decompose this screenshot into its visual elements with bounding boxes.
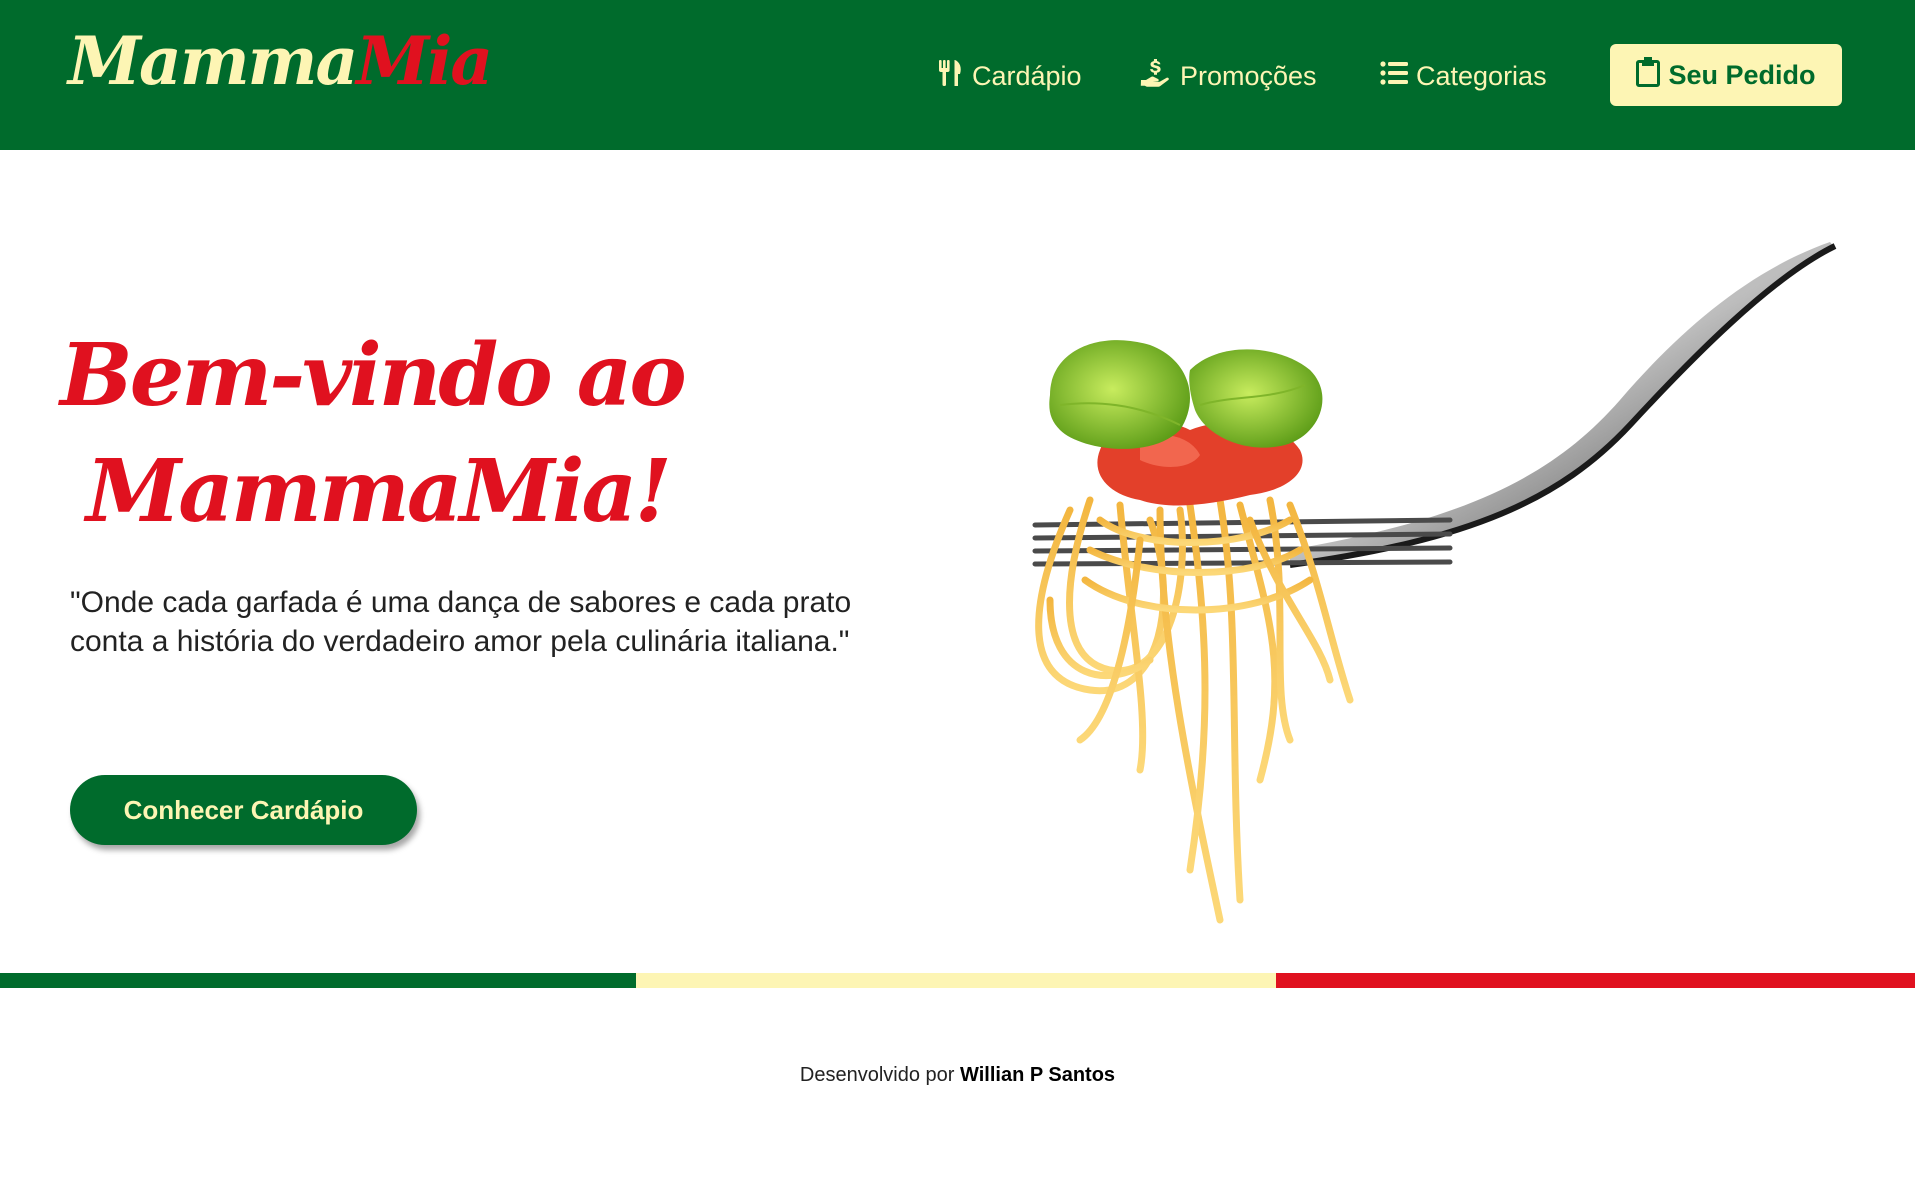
top-navbar: MammaMia Cardápio Promoções Categorias S… [0,0,1915,150]
conhecer-cardapio-button[interactable]: Conhecer Cardápio [70,775,417,845]
spaghetti-on-fork-image [1032,242,1837,924]
hero-title: Bem-vindo ao MammaMia! [60,318,687,550]
hero-title-line2: MammaMia! [86,441,672,542]
nav-label-categorias: Categorias [1416,60,1547,91]
logo-word-mamma: Mamma [68,22,358,100]
list-icon [1380,60,1408,92]
nav-item-promocoes[interactable]: Promoções [1140,56,1317,96]
seu-pedido-button[interactable]: Seu Pedido [1610,44,1842,106]
footer-author: Willian P Santos [960,1064,1116,1086]
nav-label-cardapio: Cardápio [972,60,1082,91]
nav-label-promocoes: Promoções [1180,60,1317,91]
stripe-cream [636,973,1276,988]
hand-dollar-icon [1140,58,1172,95]
stripe-red [1276,973,1915,988]
brand-logo[interactable]: MammaMia [68,22,493,101]
nav-item-cardapio[interactable]: Cardápio [938,56,1082,96]
footer-prefix: Desenvolvido por [799,1064,955,1086]
utensils-icon [938,59,964,94]
hero-title-line1: Bem-vindo ao [60,325,687,426]
seu-pedido-label: Seu Pedido [1668,59,1816,90]
clipboard-icon [1636,56,1661,94]
footer-credit: Desenvolvido por Willian P Santos [0,1064,1915,1087]
hero-tagline: "Onde cada garfada é uma dança de sabore… [70,586,852,658]
logo-word-mia: Mia [356,22,493,100]
stripe-green [0,973,636,988]
nav-item-categorias[interactable]: Categorias [1380,56,1547,96]
